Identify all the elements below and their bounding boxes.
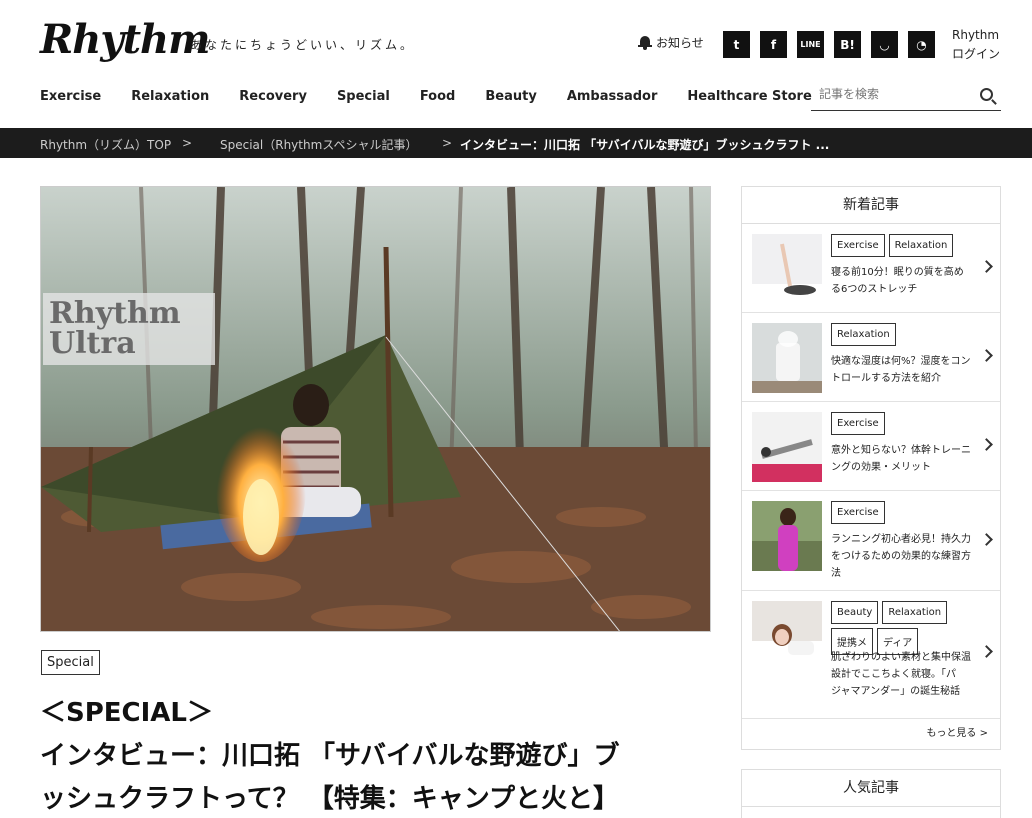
- new-articles-title: 新着記事: [742, 187, 1000, 224]
- article-thumbnail: [752, 412, 822, 482]
- article-headline: 意外と知らない？体幹トレーニ ングの効果・メリット: [831, 445, 971, 473]
- badge-line2: Ultra: [49, 326, 136, 361]
- list-item[interactable]: Exercise 意外と知らない？体幹トレーニ ングの効果・メリット: [742, 402, 1000, 491]
- breadcrumb-home[interactable]: Rhythm（リズム）TOP: [40, 136, 171, 153]
- search-icon[interactable]: [980, 88, 993, 101]
- list-item[interactable]: Exercise Relaxation 寝る前10分！眠りの質を高め る6つのス…: [742, 224, 1000, 313]
- list-item[interactable]: Exercise ランニング初心者必見！持久力 をつけるための効果的な練習方 法: [742, 491, 1000, 591]
- article-title: インタビュー：川口拓 「サバイバルな野遊び」ブ: [40, 741, 620, 771]
- breadcrumb: Rhythm（リズム）TOP > Special（Rhythmスペシャル記事） …: [0, 128, 1032, 158]
- article-headline: 快適な湿度は何%？湿度をコン トロールする方法を紹介: [831, 356, 971, 384]
- tag-chip[interactable]: Exercise: [831, 412, 885, 435]
- nav-beauty[interactable]: Beauty: [485, 89, 536, 104]
- notice-label: お知らせ: [656, 36, 704, 50]
- bell-icon: [638, 35, 652, 50]
- login-label: ログイン: [952, 47, 1001, 61]
- nav-ambassador[interactable]: Ambassador: [567, 89, 658, 104]
- article-headline: 肌ざわりのよい素材と集中保温 設計でここちよく就寝。「パ ジャマアンダー」の誕生…: [831, 652, 971, 697]
- tag-chip[interactable]: Beauty: [831, 601, 879, 624]
- hatena-bookmark-icon[interactable]: B!: [834, 31, 861, 58]
- article-headline: ランニング初心者必見！持久力 をつけるための効果的な練習方 法: [831, 534, 971, 579]
- pocket-icon[interactable]: ◡: [871, 31, 898, 58]
- main-nav: Exercise Relaxation Recovery Special Foo…: [40, 89, 842, 104]
- hero-image: Rhythm Ultra: [40, 186, 711, 632]
- nav-special[interactable]: Special: [337, 89, 390, 104]
- article-title-prefix: ＜SPECIAL＞: [40, 698, 213, 728]
- site-tagline: あなたにちょうどいい、リズム。: [190, 38, 416, 52]
- tag-chip[interactable]: Relaxation: [882, 601, 948, 624]
- popular-articles-panel: 人気記事: [741, 769, 1001, 818]
- article-thumbnail: [752, 234, 822, 304]
- article-thumbnail: [752, 601, 822, 671]
- article-headline: 寝る前10分！眠りの質を高め る6つのストレッチ: [831, 267, 964, 295]
- article-category-tag[interactable]: Special: [41, 650, 100, 675]
- list-item[interactable]: Beauty Relaxation 提携メ ディア 肌ざわりのよい素材と集中保温…: [742, 591, 1000, 719]
- breadcrumb-separator: >: [442, 136, 453, 150]
- breadcrumb-section[interactable]: Special（Rhythmスペシャル記事）: [220, 136, 417, 153]
- rss-icon[interactable]: ◔: [908, 31, 935, 58]
- nav-food[interactable]: Food: [420, 89, 456, 104]
- article-thumbnail: [752, 323, 822, 393]
- nav-recovery[interactable]: Recovery: [239, 89, 307, 104]
- popular-articles-title: 人気記事: [742, 770, 1000, 807]
- social-links: t f LINE B! ◡ ◔: [723, 31, 935, 58]
- new-articles-panel: 新着記事 Exercise Relaxation 寝る前10分！眠りの質を高め …: [741, 186, 1001, 750]
- breadcrumb-current: インタビュー：川口拓 「サバイバルな野遊び」ブッシュクラフト ...: [460, 138, 830, 152]
- notice-link[interactable]: お知らせ: [638, 34, 704, 51]
- rhythm-ultra-badge: Rhythm Ultra: [43, 293, 215, 365]
- search-box: [811, 82, 1001, 111]
- login-brand: Rhythm: [952, 28, 1000, 42]
- list-item[interactable]: Relaxation 快適な湿度は何%？湿度をコン トロールする方法を紹介: [742, 313, 1000, 402]
- tag-chip[interactable]: Relaxation: [888, 234, 954, 257]
- nav-healthcare-store[interactable]: Healthcare Store: [687, 89, 811, 104]
- site-logo[interactable]: Rhythm: [40, 16, 210, 63]
- twitter-icon[interactable]: t: [723, 31, 750, 58]
- article-title-continued: ッシュクラフトって？ 【特集：キャンプと火と】: [40, 784, 619, 814]
- nav-exercise[interactable]: Exercise: [40, 89, 101, 104]
- login-link[interactable]: Rhythm ログイン: [952, 26, 1000, 64]
- tag-chip[interactable]: Relaxation: [831, 323, 896, 346]
- breadcrumb-separator: >: [182, 136, 193, 150]
- facebook-icon[interactable]: f: [760, 31, 787, 58]
- more-link[interactable]: もっと見る >: [742, 719, 1000, 749]
- badge-line1: Rhythm: [49, 296, 181, 331]
- article-thumbnail: [752, 501, 822, 571]
- forest-camp-illustration: [41, 187, 710, 631]
- nav-relaxation[interactable]: Relaxation: [131, 89, 209, 104]
- tag-chip[interactable]: Exercise: [831, 501, 885, 524]
- tag-chip[interactable]: Exercise: [831, 234, 885, 257]
- line-icon[interactable]: LINE: [797, 31, 824, 58]
- search-input[interactable]: [811, 82, 971, 106]
